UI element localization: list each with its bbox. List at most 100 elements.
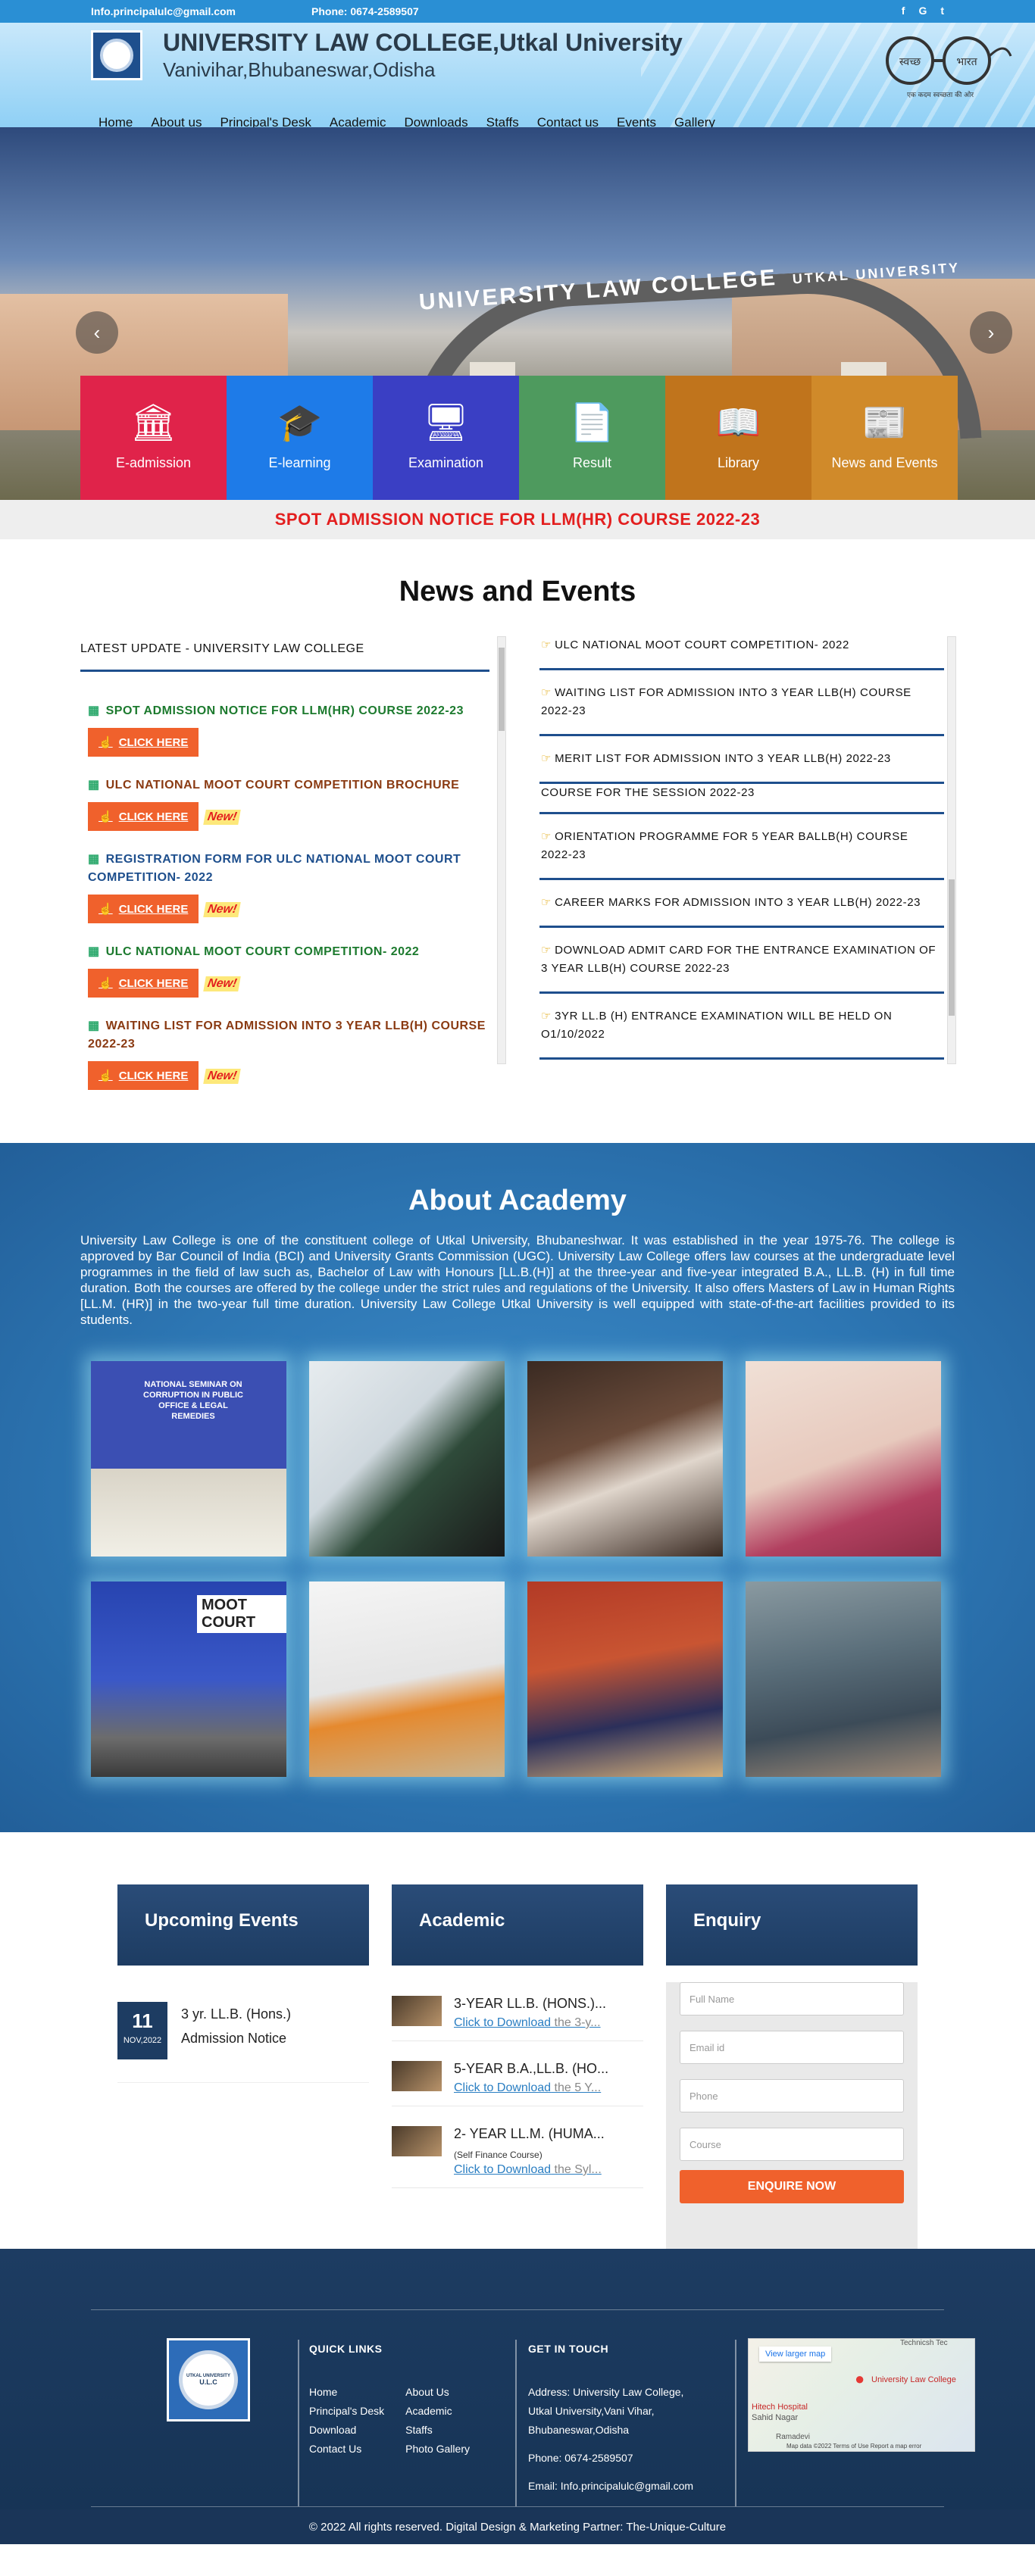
news-item: ▦ WAITING LIST FOR ADMISSION INTO 3 YEAR … <box>88 1017 506 1090</box>
notice-item-text: ORIENTATION PROGRAMME FOR 5 YEAR BALLB(H… <box>541 830 908 861</box>
phone-field[interactable]: Phone <box>680 2079 904 2112</box>
latest-updates-panel: LATEST UPDATE - UNIVERSITY LAW COLLEGE ▦… <box>80 636 506 1090</box>
academic-title[interactable]: 3-YEAR LL.B. (HONS.)... <box>454 1996 606 2012</box>
download-link[interactable]: Click to Download the Syl... <box>454 2163 605 2177</box>
download-link[interactable]: Click to Download the 3-y... <box>454 2016 606 2030</box>
gallery-photo[interactable] <box>527 1361 723 1557</box>
news-item: ▦ ULC NATIONAL MOOT COURT COMPETITION BRO… <box>88 776 506 831</box>
nav-downloads[interactable]: Downloads <box>405 115 468 127</box>
footer-link-contact[interactable]: Contact Us <box>309 2440 384 2459</box>
notice-item[interactable]: ☞ ULC NATIONAL MOOT COURT COMPETITION- 20… <box>539 636 944 670</box>
map-attribution: Map data ©2022 Terms of Use Report a map… <box>786 2443 922 2450</box>
tile-news-events[interactable]: 📰 News and Events <box>811 376 958 500</box>
notice-item[interactable]: COURSE FOR THE SESSION 2022-23 <box>539 784 944 814</box>
hand-pointer-icon: ☞ <box>541 1010 552 1023</box>
left-scrollbar[interactable] <box>497 636 506 1064</box>
download-link-rest: the 3-y... <box>551 2016 601 2029</box>
notice-item[interactable]: ☞ DOWNLOAD ADMIT CARD FOR THE ENTRANCE EX… <box>539 928 944 994</box>
nav-contact[interactable]: Contact us <box>537 115 599 127</box>
tile-examination[interactable]: 🖥 Examination <box>373 376 519 500</box>
notice-item[interactable]: ☞ 3YR LL.B (H) ENTRANCE EXAMINATION WILL … <box>539 994 944 1060</box>
tile-library[interactable]: 📖 Library <box>665 376 811 500</box>
full-name-field[interactable]: Full Name <box>680 1982 904 2016</box>
notice-item[interactable]: ☞ ORIENTATION PROGRAMME FOR 5 YEAR BALLB(… <box>539 814 944 880</box>
new-badge: New! <box>203 976 242 991</box>
email-field[interactable]: Email id <box>680 2031 904 2064</box>
footer-logo[interactable]: UTKAL UNIVERSITY U.L.C <box>167 2338 250 2421</box>
gallery-photo[interactable] <box>527 1582 723 1777</box>
click-here-button[interactable]: ☝ CLICK HERE <box>88 728 199 757</box>
nav-home[interactable]: Home <box>98 115 133 127</box>
tile-e-learning[interactable]: 🎓 E-learning <box>227 376 373 500</box>
slider-prev-arrow-icon[interactable]: ‹ <box>76 311 118 354</box>
slider-next-arrow-icon[interactable]: › <box>970 311 1012 354</box>
site-footer: UTKAL UNIVERSITY U.L.C QUICK LINKS Home … <box>0 2249 1035 2544</box>
gallery-photo[interactable] <box>746 1582 941 1777</box>
click-here-button[interactable]: ☝ CLICK HERE <box>88 895 199 923</box>
download-link-label: Click to Download <box>454 2016 552 2029</box>
twitter-icon[interactable]: t <box>940 5 944 17</box>
click-here-button[interactable]: ☝ CLICK HERE <box>88 1061 199 1090</box>
google-icon[interactable]: G <box>918 5 927 17</box>
notice-text[interactable]: SPOT ADMISSION NOTICE FOR LLM(HR) COURSE… <box>275 510 760 529</box>
college-logo[interactable] <box>91 30 142 80</box>
nav-staffs[interactable]: Staffs <box>486 115 519 127</box>
gallery-photo[interactable] <box>309 1361 505 1557</box>
academic-heading: Academic <box>392 1884 643 1966</box>
enquire-now-button[interactable]: ENQUIRE NOW <box>680 2170 904 2203</box>
hand-pointer-icon: ☝ <box>98 1069 113 1082</box>
news-item: ▦ SPOT ADMISSION NOTICE FOR LLM(HR) COURS… <box>88 702 506 757</box>
notice-item[interactable]: ☞ MERIT LIST FOR ADMISSION INTO 3 YEAR LL… <box>539 736 944 784</box>
gallery-photo[interactable] <box>746 1361 941 1557</box>
view-larger-map-link[interactable]: View larger map <box>759 2347 832 2362</box>
tile-result[interactable]: 📄 Result <box>519 376 665 500</box>
event-date: 11 NOV,2022 <box>117 2002 167 2059</box>
location-map[interactable]: View larger map ● University Law College… <box>748 2338 975 2452</box>
footer-link-academic[interactable]: Academic <box>405 2402 470 2421</box>
academic-title[interactable]: 2- YEAR LL.M. (HUMA... <box>454 2126 605 2142</box>
enquiry-card: Enquiry Full Name Email id Phone Course … <box>666 1884 918 2300</box>
course-field[interactable]: Course <box>680 2128 904 2161</box>
gallery-photo[interactable]: NATIONAL SEMINAR ON CORRUPTION IN PUBLIC… <box>91 1361 286 1557</box>
footer-link-staffs[interactable]: Staffs <box>405 2421 470 2440</box>
event-item[interactable]: 11 NOV,2022 3 yr. LL.B. (Hons.) Admission … <box>117 2002 369 2083</box>
nav-events[interactable]: Events <box>617 115 656 127</box>
nav-gallery[interactable]: Gallery <box>674 115 715 127</box>
nav-about[interactable]: About us <box>151 115 202 127</box>
footer-link-principals-desk[interactable]: Principal's Desk <box>309 2402 384 2421</box>
nav-academic[interactable]: Academic <box>330 115 386 127</box>
copyright-text: © 2022 All rights reserved. Digital Desi… <box>308 2520 727 2534</box>
map-label: Hitech Hospital <box>752 2403 808 2412</box>
academic-title[interactable]: 5-YEAR B.A.,LL.B. (HO... <box>454 2061 608 2077</box>
footer-link-photo-gallery[interactable]: Photo Gallery <box>405 2440 470 2459</box>
calendar-icon: ▦ <box>88 853 100 866</box>
notice-marquee[interactable]: SPOT ADMISSION NOTICE FOR LLM(HR) COURSE… <box>0 500 1035 539</box>
click-here-button[interactable]: ☝ CLICK HERE <box>88 969 199 998</box>
notice-item[interactable]: ☞ WAITING LIST FOR ADMISSION INTO 3 YEAR … <box>539 670 944 736</box>
notice-item-text: ULC NATIONAL MOOT COURT COMPETITION- 202… <box>555 639 849 651</box>
notice-item[interactable]: ☞ CAREER MARKS FOR ADMISSION INTO 3 YEAR … <box>539 880 944 928</box>
gallery-photo[interactable]: MOOT COURT <box>91 1582 286 1777</box>
facebook-icon[interactable]: f <box>902 5 905 17</box>
notice-item-text: COURSE FOR THE SESSION 2022-23 <box>541 786 755 799</box>
top-email[interactable]: Info.principalulc@gmail.com <box>91 5 236 17</box>
footer-divider <box>91 2309 944 2310</box>
click-here-button[interactable]: ☝ CLICK HERE <box>88 802 199 831</box>
hand-pointer-icon: ☞ <box>541 686 552 699</box>
footer-link-about[interactable]: About Us <box>405 2383 470 2402</box>
right-scrollbar[interactable] <box>947 636 956 1064</box>
info-cards: Upcoming Events 11 NOV,2022 3 yr. LL.B. (… <box>0 1832 1035 2300</box>
tile-e-admission[interactable]: 🏛 E-admission <box>80 376 227 500</box>
gallery-photo[interactable] <box>309 1582 505 1777</box>
about-text: University Law College is one of the con… <box>80 1233 955 1327</box>
footer-link-download[interactable]: Download <box>309 2421 384 2440</box>
event-title: 3 yr. LL.B. (Hons.) <box>181 2006 292 2022</box>
footer-email[interactable]: Email: Info.principalulc@gmail.com <box>528 2477 693 2496</box>
map-label: Ramadevi <box>776 2433 811 2441</box>
quick-links: QUICK LINKS Home Principal's Desk Downlo… <box>309 2340 470 2459</box>
footer-phone: Phone: 0674-2589507 <box>528 2452 633 2464</box>
nav-principals-desk[interactable]: Principal's Desk <box>220 115 311 127</box>
download-link[interactable]: Click to Download the 5 Y... <box>454 2081 608 2095</box>
hand-pointer-icon: ☝ <box>98 736 113 749</box>
footer-link-home[interactable]: Home <box>309 2383 384 2402</box>
